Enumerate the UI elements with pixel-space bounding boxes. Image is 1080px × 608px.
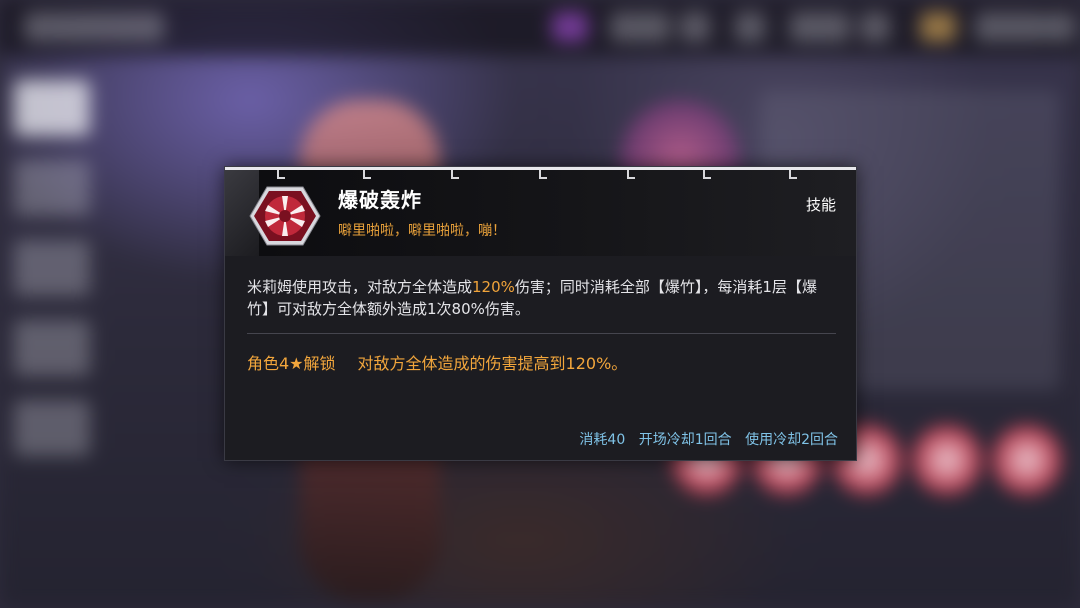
skill-quote: 噼里啪啦，噼里啪啦，嘣！ [338,223,506,239]
skill-description: 米莉姆使用攻击，对敌方全体造成120%伤害；同时消耗全部【爆竹】，每消耗1层【爆… [247,276,837,320]
description-text: 米莉姆使用攻击，对敌方全体造成 [247,278,473,296]
section-divider [247,333,836,334]
top-resource-bar [0,0,1080,56]
side-menu-block [14,240,90,296]
star-unlock-row: 角色4★解锁 对敌方全体造成的伤害提高到120%。 [247,350,627,374]
side-menu-block [14,160,90,216]
skill-stats: 消耗40 开场冷却1回合 使用冷却2回合 [570,429,838,449]
use-cooldown: 使用冷却2回合 [745,432,838,448]
energy-cost: 消耗40 [579,432,626,448]
damage-highlight: 120% [472,278,515,296]
opening-cooldown: 开场冷却1回合 [638,432,732,448]
unlock-condition: 角色4★解锁 [247,354,336,373]
top-tick-marks [225,170,856,179]
side-menu-block [14,400,90,456]
skill-type-label: 技能 [805,196,836,214]
skill-tooltip: 爆破轰炸 噼里啪啦，噼里啪啦，嘣！ 技能 米莉姆使用攻击，对敌方全体造成120%… [224,166,857,461]
explosion-hexagon-icon [249,186,321,246]
skill-slot [912,425,982,495]
side-menu-block [14,80,90,136]
side-menu-block [14,320,90,376]
skill-name: 爆破轰炸 [338,188,422,212]
tooltip-header: 爆破轰炸 噼里啪啦，噼里啪啦，嘣！ 技能 [225,170,856,256]
unlock-effect: 对敌方全体造成的伤害提高到120%。 [357,354,628,373]
skill-slot [992,425,1062,495]
